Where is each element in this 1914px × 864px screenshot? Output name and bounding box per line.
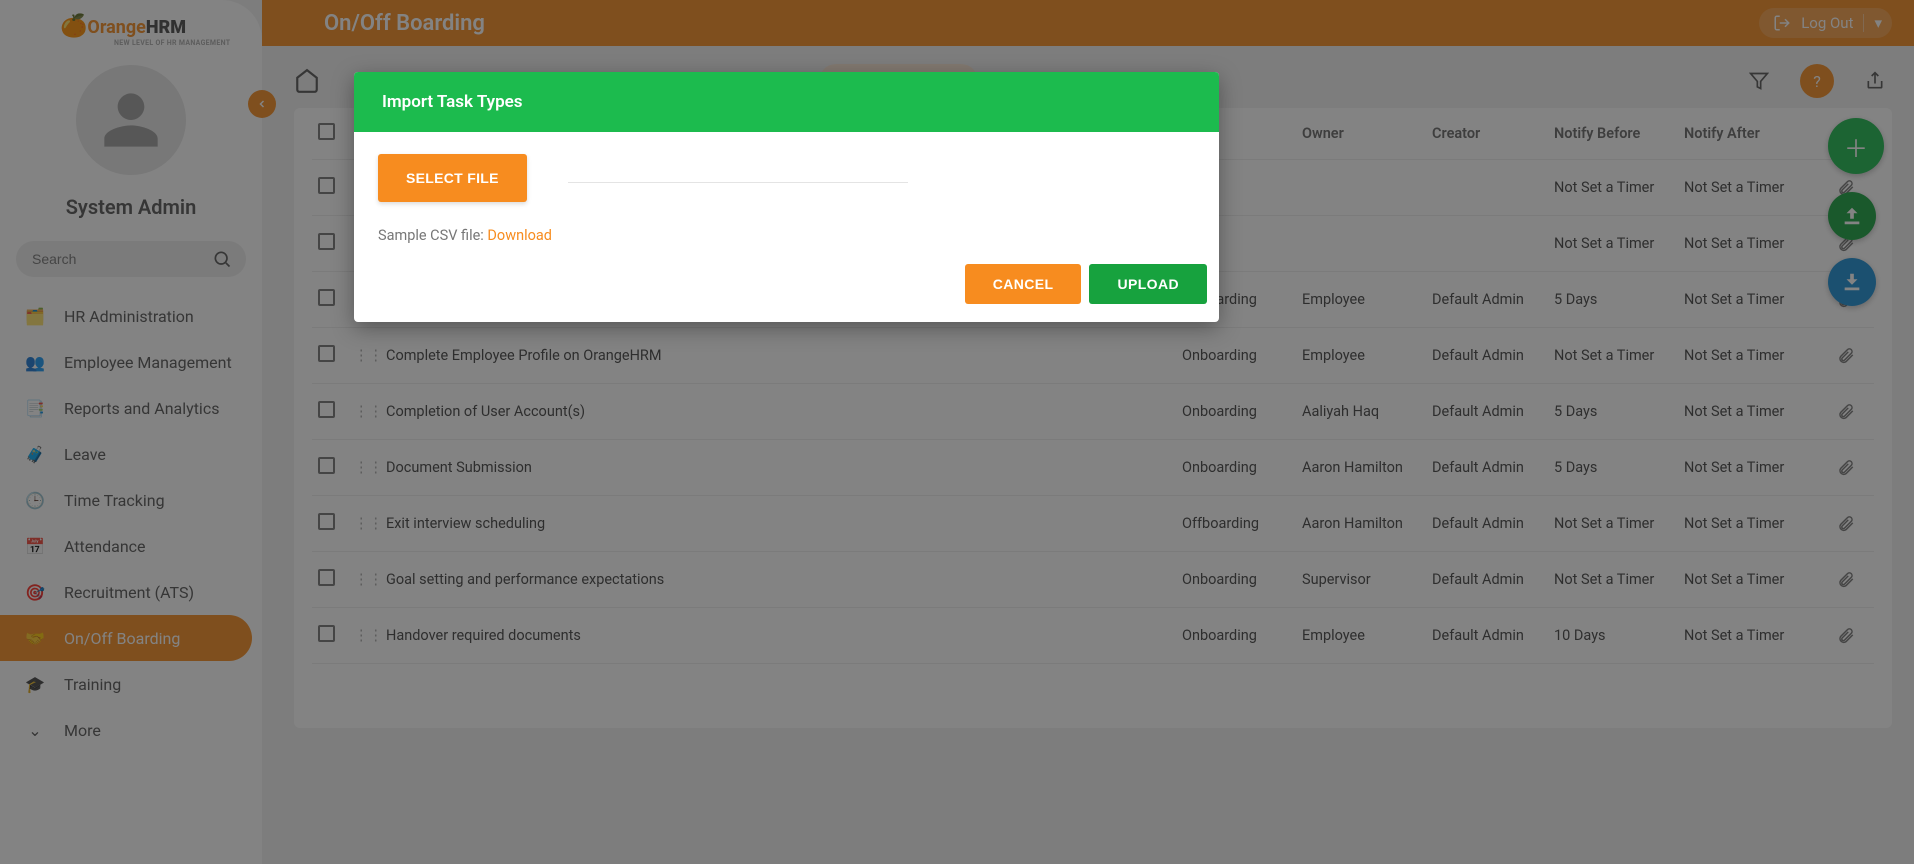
- download-sample-link[interactable]: Download: [487, 227, 552, 244]
- select-file-button[interactable]: SELECT FILE: [378, 154, 527, 202]
- upload-button[interactable]: UPLOAD: [1089, 264, 1207, 304]
- file-input-underline: [568, 182, 908, 183]
- modal-title: Import Task Types: [354, 72, 1219, 132]
- sample-csv-text: Sample CSV file: Download: [378, 227, 1195, 244]
- import-task-types-modal: Import Task Types SELECT FILE Sample CSV…: [354, 72, 1219, 322]
- cancel-button[interactable]: CANCEL: [965, 264, 1082, 304]
- sample-prefix: Sample CSV file:: [378, 227, 487, 244]
